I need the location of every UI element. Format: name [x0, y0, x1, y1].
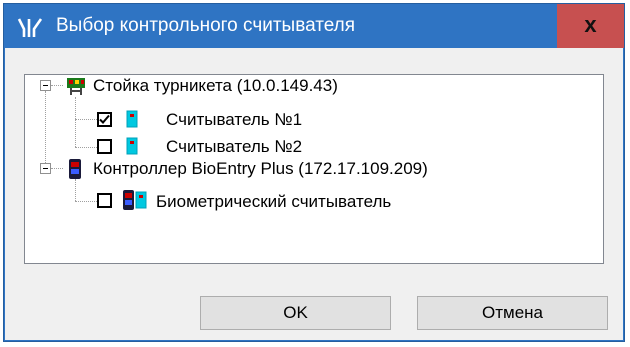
- turnstile-icon: [67, 78, 85, 95]
- dialog-body: Стойка турникета (10.0.149.43) Считывате…: [5, 48, 623, 340]
- close-icon: x: [584, 12, 597, 37]
- tree-connector: [51, 85, 63, 86]
- tree-connector: [75, 147, 97, 148]
- app-logo-icon: [17, 18, 43, 37]
- expand-collapse-toggle[interactable]: [40, 80, 51, 91]
- close-button[interactable]: x: [557, 4, 624, 48]
- tree-node-reader-1[interactable]: Считыватель №1: [166, 109, 302, 131]
- dialog-window: Выбор контрольного считывателя x Стойка …: [3, 3, 625, 342]
- check-mark-icon: [99, 114, 110, 124]
- tree-node-biometric-reader[interactable]: Биометрический считыватель: [156, 191, 391, 213]
- reader-tree[interactable]: Стойка турникета (10.0.149.43) Считывате…: [24, 74, 604, 264]
- tree-node-turnstile[interactable]: Стойка турникета (10.0.149.43): [93, 75, 338, 97]
- tree-connector: [75, 119, 97, 120]
- tree-connector: [51, 168, 63, 169]
- tree-connector: [45, 91, 46, 169]
- biometric-reader-icon: [123, 190, 147, 210]
- expand-collapse-toggle[interactable]: [40, 163, 51, 174]
- tree-connector: [75, 201, 97, 202]
- cancel-button[interactable]: Отмена: [417, 296, 608, 330]
- tree-node-reader-2[interactable]: Считыватель №2: [166, 136, 302, 158]
- biometric-reader-checkbox[interactable]: [97, 193, 112, 208]
- reader-2-checkbox[interactable]: [97, 139, 112, 154]
- controller-icon: [69, 159, 81, 179]
- ok-button[interactable]: OK: [200, 296, 391, 330]
- tree-connector: [75, 97, 76, 147]
- window-title: Выбор контрольного считывателя: [56, 15, 356, 36]
- tree-connector: [75, 179, 76, 201]
- title-bar[interactable]: Выбор контрольного считывателя x: [4, 4, 624, 48]
- tree-node-controller[interactable]: Контроллер BioEntry Plus (172.17.109.209…: [93, 158, 428, 180]
- reader-icon: [126, 110, 138, 128]
- reader-1-checkbox[interactable]: [97, 112, 112, 127]
- reader-icon: [126, 137, 138, 155]
